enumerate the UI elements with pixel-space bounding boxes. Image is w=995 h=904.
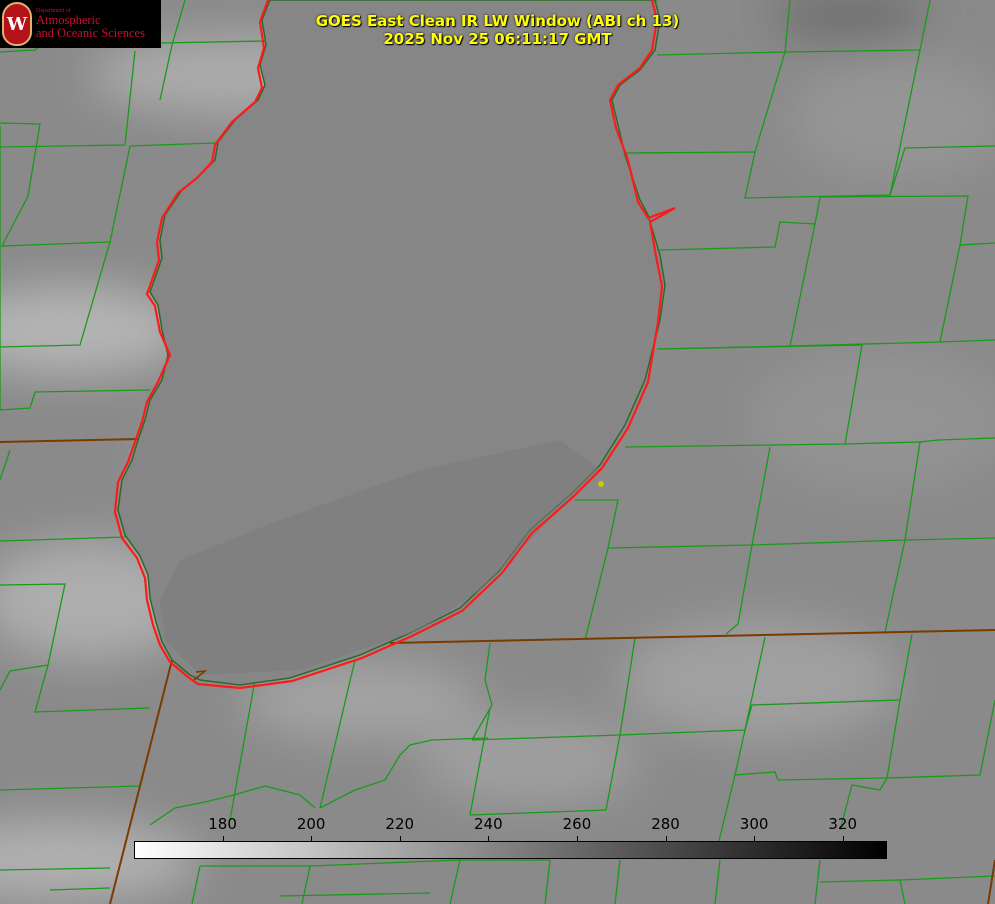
- colorbar-tick-label: 240: [474, 815, 503, 833]
- location-marker: [598, 481, 604, 487]
- satellite-map: [0, 0, 995, 904]
- colorbar-tick-label: 300: [739, 815, 769, 833]
- colorbar-tick-label: 280: [651, 815, 680, 833]
- colorbar: [134, 841, 887, 859]
- colorbar-tick-label: 200: [296, 815, 326, 833]
- colorbar-tick-label: 180: [208, 815, 237, 833]
- colorbar-tick-label: 220: [385, 815, 415, 833]
- image-timestamp: 2025 Nov 25 06:11:17 GMT: [383, 30, 612, 48]
- colorbar-tick-label: 320: [828, 815, 858, 833]
- image-title: GOES East Clean IR LW Window (ABI ch 13): [315, 12, 680, 30]
- colorbar-tick-label: 260: [562, 815, 592, 833]
